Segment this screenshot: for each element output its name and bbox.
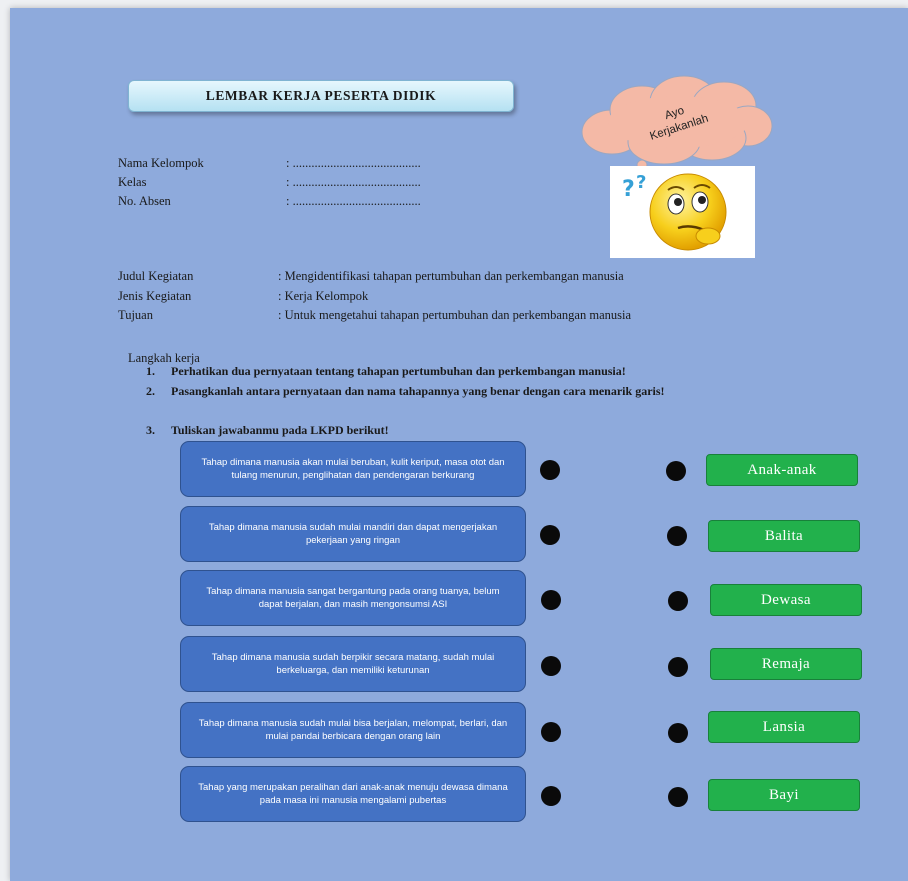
svg-text:?: ? — [636, 172, 646, 193]
worksheet-title: LEMBAR KERJA PESERTA DIDIK — [128, 80, 514, 112]
step-text: Tuliskan jawabanmu pada LKPD berikut! — [171, 423, 389, 437]
worksheet-page: LEMBAR KERJA PESERTA DIDIK Ayo Kerjakanl… — [10, 8, 908, 881]
statement-box: Tahap dimana manusia sudah berpikir seca… — [180, 636, 526, 692]
right-connector-dot[interactable] — [668, 657, 688, 677]
statement-box: Tahap dimana manusia akan mulai beruban,… — [180, 441, 526, 497]
thinking-smiley-icon: ? ? — [622, 172, 727, 251]
statement-box: Tahap yang merupakan peralihan dari anak… — [180, 766, 526, 822]
left-connector-dot[interactable] — [540, 460, 560, 480]
smiley-image: ? ? — [610, 166, 755, 258]
stage-box-balita: Balita — [708, 520, 860, 552]
step-text: Perhatikan dua pernyataan tentang tahapa… — [171, 364, 626, 378]
identity-value: : ......................................… — [286, 194, 421, 208]
activity-value: : Kerja Kelompok — [278, 289, 369, 303]
activity-label: Judul Kegiatan — [118, 269, 194, 283]
right-connector-dot[interactable] — [668, 723, 688, 743]
left-connector-dot[interactable] — [541, 786, 561, 806]
svg-text:?: ? — [622, 177, 635, 202]
statement-box: Tahap dimana manusia sangat bergantung p… — [180, 570, 526, 626]
stage-box-bayi: Bayi — [708, 779, 860, 811]
right-connector-dot[interactable] — [667, 526, 687, 546]
stage-box-anak-anak: Anak-anak — [706, 454, 858, 486]
left-connector-dot[interactable] — [541, 722, 561, 742]
step-number: 2. — [146, 384, 155, 398]
stage-box-dewasa: Dewasa — [710, 584, 862, 616]
identity-value: : ......................................… — [286, 156, 421, 170]
activity-label: Tujuan — [118, 308, 153, 322]
left-connector-dot[interactable] — [541, 590, 561, 610]
step-number: 3. — [146, 423, 155, 437]
statement-box: Tahap dimana manusia sudah mulai bisa be… — [180, 702, 526, 758]
right-connector-dot[interactable] — [666, 461, 686, 481]
identity-label: Nama Kelompok — [118, 156, 204, 170]
right-connector-dot[interactable] — [668, 787, 688, 807]
identity-value: : ......................................… — [286, 175, 421, 189]
left-connector-dot[interactable] — [540, 525, 560, 545]
statement-box: Tahap dimana manusia sudah mulai mandiri… — [180, 506, 526, 562]
right-connector-dot[interactable] — [668, 591, 688, 611]
left-connector-dot[interactable] — [541, 656, 561, 676]
step-text: Pasangkanlah antara pernyataan dan nama … — [171, 384, 665, 398]
identity-label: No. Absen — [118, 194, 171, 208]
step-number: 1. — [146, 364, 155, 378]
stage-box-remaja: Remaja — [710, 648, 862, 680]
activity-label: Jenis Kegiatan — [118, 289, 192, 303]
activity-value: : Mengidentifikasi tahapan pertumbuhan d… — [278, 269, 624, 283]
activity-value: : Untuk mengetahui tahapan pertumbuhan d… — [278, 308, 632, 322]
identity-label: Kelas — [118, 175, 147, 189]
stage-box-lansia: Lansia — [708, 711, 860, 743]
